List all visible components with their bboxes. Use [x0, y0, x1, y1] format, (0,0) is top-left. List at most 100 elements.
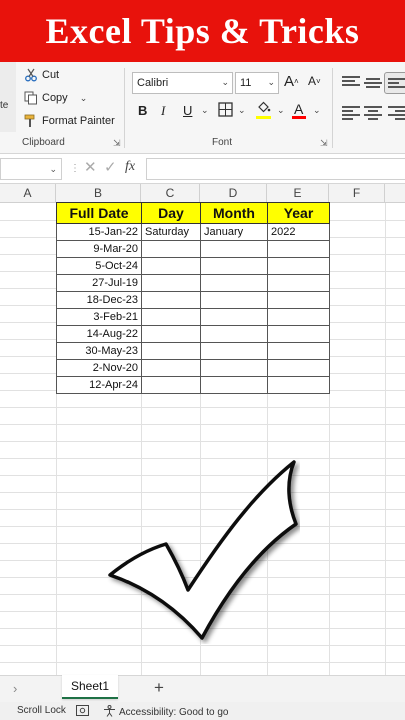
font-color-button[interactable]: A [294, 101, 303, 117]
chevron-down-icon[interactable]: ⌄ [277, 105, 285, 116]
date-cell[interactable]: 18-Dec-23 [56, 291, 142, 309]
header-year[interactable]: Year [267, 202, 330, 224]
day-cell[interactable] [141, 291, 201, 309]
chevron-down-icon[interactable]: ⌄ [238, 105, 246, 116]
italic-button[interactable]: I [161, 103, 165, 119]
align-center-icon[interactable] [364, 106, 382, 120]
date-cell[interactable]: 15-Jan-22 [56, 223, 142, 241]
bold-button[interactable]: B [138, 103, 147, 118]
column-header-e[interactable]: E [267, 184, 329, 203]
cut-label: Cut [42, 69, 60, 81]
accessibility-icon [103, 705, 116, 720]
day-cell[interactable] [141, 342, 201, 360]
year-cell[interactable] [267, 257, 330, 275]
month-cell[interactable] [200, 257, 268, 275]
month-cell[interactable] [200, 376, 268, 394]
day-cell[interactable]: Saturday [141, 223, 201, 241]
chevron-down-icon[interactable]: ⌄ [201, 105, 209, 116]
day-cell[interactable] [141, 376, 201, 394]
table-row: 18-Dec-23 [56, 291, 330, 309]
date-cell[interactable]: 14-Aug-22 [56, 325, 142, 343]
align-middle-icon[interactable] [364, 78, 382, 92]
align-bottom-button[interactable] [384, 72, 405, 94]
formula-input[interactable] [146, 158, 405, 180]
day-cell[interactable] [141, 257, 201, 275]
month-cell[interactable] [200, 240, 268, 258]
font-launcher-icon[interactable]: ⇲ [320, 138, 328, 149]
date-cell[interactable]: 5-Oct-24 [56, 257, 142, 275]
align-left-icon[interactable] [342, 106, 360, 120]
grow-font-button[interactable]: A ˄ [284, 73, 299, 90]
align-top-icon[interactable] [342, 76, 360, 90]
underline-button[interactable]: U [183, 103, 192, 118]
month-cell[interactable]: January [200, 223, 268, 241]
chevron-down-icon[interactable]: ⌄ [313, 105, 321, 116]
column-headers: A B C D E F [0, 184, 405, 203]
year-cell[interactable] [267, 274, 330, 292]
month-cell[interactable] [200, 291, 268, 309]
chevron-down-icon[interactable]: ⌄ [80, 93, 88, 104]
year-cell[interactable]: 2022 [267, 223, 330, 241]
date-cell[interactable]: 3-Feb-21 [56, 308, 142, 326]
more-options-icon[interactable]: ⋮ [70, 163, 80, 174]
date-cell[interactable]: 27-Jul-19 [56, 274, 142, 292]
date-cell[interactable]: 12-Apr-24 [56, 376, 142, 394]
column-header-f[interactable]: F [329, 184, 385, 203]
scroll-lock-status[interactable]: Scroll Lock [17, 705, 66, 716]
year-cell[interactable] [267, 342, 330, 360]
year-cell[interactable] [267, 325, 330, 343]
year-cell[interactable] [267, 376, 330, 394]
month-cell[interactable] [200, 359, 268, 377]
enter-check-icon[interactable]: ✓ [104, 158, 117, 176]
month-cell[interactable] [200, 274, 268, 292]
year-cell[interactable] [267, 291, 330, 309]
column-header-d[interactable]: D [200, 184, 267, 203]
format-painter-button[interactable]: Format Painter [24, 114, 115, 128]
status-bar: Scroll Lock Accessibility: Good to go [0, 702, 405, 720]
font-name-select[interactable]: Calibri ⌄ [132, 72, 233, 94]
insert-function-button[interactable]: fx [125, 159, 135, 175]
header-full-date[interactable]: Full Date [56, 202, 142, 224]
day-cell[interactable] [141, 308, 201, 326]
date-cell[interactable]: 30-May-23 [56, 342, 142, 360]
date-cell[interactable]: 2-Nov-20 [56, 359, 142, 377]
copy-button[interactable]: Copy ⌄ [24, 91, 87, 105]
font-size-select[interactable]: 11 ⌄ [235, 72, 279, 94]
paste-button[interactable]: te [0, 62, 16, 132]
day-cell[interactable] [141, 359, 201, 377]
date-cell[interactable]: 9-Mar-20 [56, 240, 142, 258]
cancel-icon[interactable]: ✕ [84, 158, 97, 176]
year-cell[interactable] [267, 359, 330, 377]
scissors-icon [24, 68, 38, 82]
header-month[interactable]: Month [200, 202, 268, 224]
column-header-c[interactable]: C [141, 184, 200, 203]
worksheet-grid[interactable]: A B C D E F Full Date Day Month Year 15-… [0, 184, 405, 675]
font-color-swatch [292, 116, 306, 119]
sheet-tab-sheet1[interactable]: Sheet1 [62, 675, 118, 699]
chevron-right-icon[interactable]: › [13, 681, 17, 696]
table-row: 5-Oct-24 [56, 257, 330, 275]
shrink-font-button[interactable]: A ˅ [308, 74, 321, 88]
column-header-b[interactable]: B [56, 184, 141, 203]
day-cell[interactable] [141, 325, 201, 343]
add-sheet-button[interactable]: + [154, 678, 164, 698]
fill-color-button[interactable] [256, 101, 271, 117]
month-cell[interactable] [200, 325, 268, 343]
month-cell[interactable] [200, 308, 268, 326]
year-cell[interactable] [267, 308, 330, 326]
chevron-down-icon[interactable]: ⌄ [49, 164, 57, 175]
name-box[interactable]: ⌄ [0, 158, 62, 180]
clipboard-launcher-icon[interactable]: ⇲ [113, 138, 121, 149]
underline-label: U [183, 103, 193, 118]
accessibility-status[interactable]: Accessibility: Good to go [103, 705, 229, 720]
align-right-icon[interactable] [388, 106, 405, 120]
column-header-a[interactable]: A [0, 184, 56, 203]
borders-button[interactable] [218, 102, 233, 120]
month-cell[interactable] [200, 342, 268, 360]
header-day[interactable]: Day [141, 202, 201, 224]
year-cell[interactable] [267, 240, 330, 258]
cut-button[interactable]: Cut [24, 68, 59, 82]
day-cell[interactable] [141, 240, 201, 258]
macro-recorder-icon[interactable] [76, 705, 89, 716]
day-cell[interactable] [141, 274, 201, 292]
